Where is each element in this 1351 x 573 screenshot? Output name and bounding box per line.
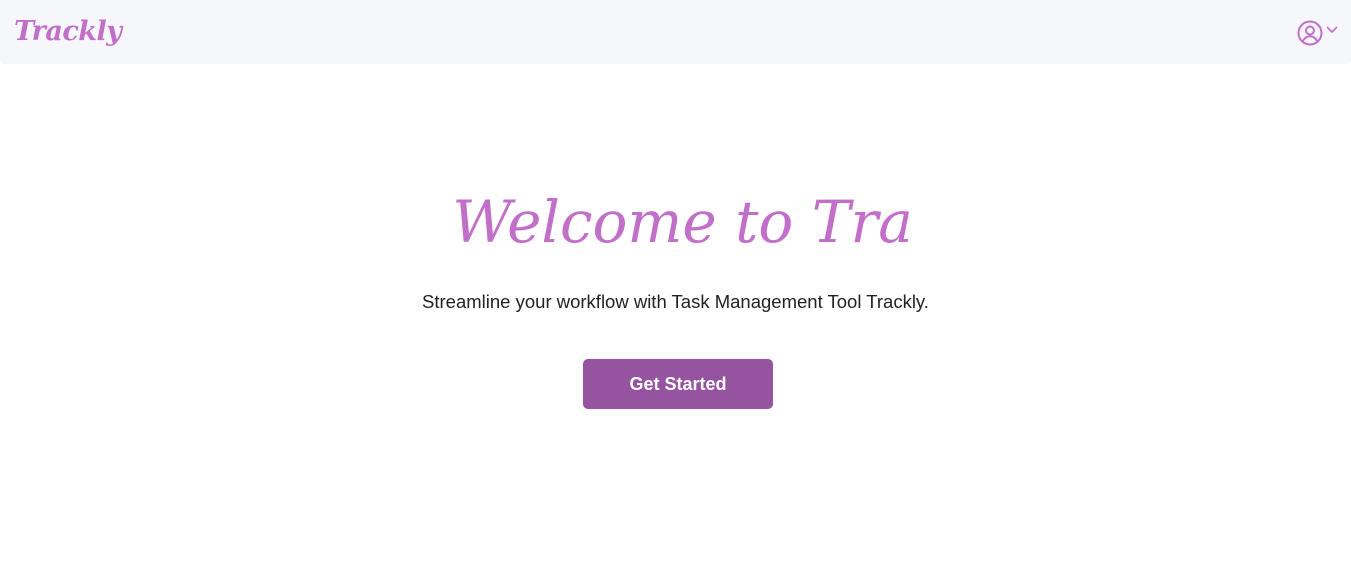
hero-subtitle: Streamline your workflow with Task Manag… (422, 291, 929, 312)
hero-title-text: Welcome to Tra (452, 188, 913, 256)
navbar: Trackly (0, 0, 1351, 64)
get-started-button[interactable]: Get Started (583, 359, 773, 409)
user-menu-toggle[interactable] (1297, 19, 1343, 47)
user-circle-icon (1297, 20, 1323, 46)
brand-logo[interactable]: Trackly (14, 14, 122, 50)
hero-section: Welcome to Tra Streamline your workflow … (0, 0, 1351, 573)
chevron-down-icon (1326, 26, 1338, 33)
hero-title: Welcome to Tra (0, 182, 1351, 262)
